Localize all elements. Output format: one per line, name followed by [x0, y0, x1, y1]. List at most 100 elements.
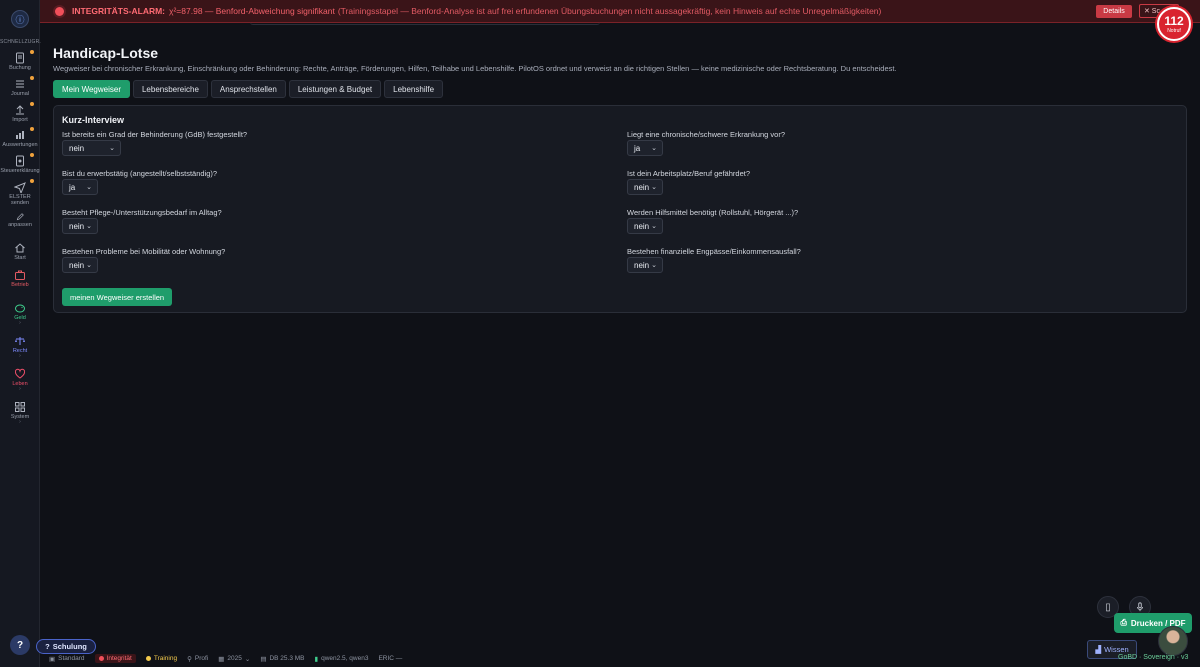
answer-select-gdb[interactable]: nein ⌄: [62, 140, 121, 156]
answer-select-erkrankung[interactable]: ja ⌄: [627, 140, 663, 156]
answer-select-pflege[interactable]: nein ⌄: [62, 218, 98, 234]
sidebar-item-label: Start: [14, 255, 26, 261]
tab-lebensbereiche[interactable]: Lebensbereiche: [132, 80, 208, 98]
sidebar-item-steuererklaerung[interactable]: Steuererklärung: [0, 153, 40, 174]
page-title: Handicap-Lotse: [53, 45, 159, 61]
alarm-indicator-icon: [55, 6, 64, 16]
tab-ansprechstellen[interactable]: Ansprechstellen: [210, 80, 286, 98]
expand-indicator: ›: [19, 386, 21, 392]
answer-select-arbeitsplatz[interactable]: nein ⌄: [627, 179, 663, 195]
question-label: Bist du erwerbstätig (angestellt/selbsts…: [62, 169, 218, 178]
assistant-avatar[interactable]: [1158, 626, 1188, 656]
document-icon: [16, 52, 24, 64]
status-models: ▮ qwen2.5, qwen3: [315, 655, 369, 663]
status-standard[interactable]: ▣ Standard: [49, 655, 85, 663]
sidebar-item-leben[interactable]: Leben ›: [0, 368, 40, 392]
notification-dot: [30, 76, 34, 80]
select-value: nein: [634, 260, 650, 270]
status-training[interactable]: Training: [145, 655, 177, 662]
status-year[interactable]: ▦ 2025 ⌄: [218, 655, 250, 663]
calendar-icon: ▦: [218, 655, 225, 663]
expand-indicator: ›: [19, 320, 21, 326]
chevron-down-icon: ⌄: [651, 223, 657, 230]
sidebar: ⓘ SCHNELLZUGR. Buchung Journal Import Au…: [0, 0, 42, 667]
alarm-title: INTEGRITÄTS-ALARM:: [72, 6, 166, 16]
chevron-down-icon: ⌄: [244, 655, 251, 663]
tab-mein-wegweiser[interactable]: Mein Wegweiser: [53, 80, 130, 98]
layout-icon: ▣: [49, 655, 56, 663]
sidebar-item-system[interactable]: System ›: [0, 401, 40, 425]
interview-title: Kurz-Interview: [62, 115, 125, 125]
notification-dot: [30, 153, 34, 157]
help-button[interactable]: ?: [10, 635, 30, 655]
question-label: Besteht Pflege-/Unterstützungsbedarf im …: [62, 208, 222, 217]
document-icon: ▯: [1105, 601, 1111, 613]
sidebar-item-label: Auswertungen: [2, 142, 38, 148]
sidebar-item-geld[interactable]: Geld ›: [0, 302, 40, 326]
question-label: Ist bereits ein Grad der Behinderung (Gd…: [62, 130, 248, 139]
cpu-icon: ▮: [314, 655, 319, 663]
answer-select-mobilitaet[interactable]: nein ⌄: [62, 257, 98, 273]
answer-select-erwerbstaetig[interactable]: ja ⌄: [62, 179, 98, 195]
create-guide-button[interactable]: meinen Wegweiser erstellen: [62, 288, 173, 306]
question-label: Liegt eine chronische/schwere Erkrankung…: [627, 130, 786, 139]
send-icon: [14, 182, 26, 193]
top-handle: [250, 22, 600, 25]
bar-chart-icon: [16, 131, 24, 139]
question-label: Werden Hilfsmittel benötigt (Rollstuhl, …: [627, 208, 799, 217]
sidebar-item-buchung[interactable]: Buchung: [0, 50, 40, 71]
status-year-label: 2025: [227, 655, 242, 662]
chevron-down-icon: ⌄: [651, 145, 657, 152]
chevron-down-icon: ⌄: [86, 223, 92, 230]
sidebar-item-recht[interactable]: Recht ›: [0, 335, 40, 359]
chevron-down-icon: ⌄: [651, 262, 657, 269]
training-dot-icon: [145, 656, 151, 661]
status-profil[interactable]: ⚲ Profi: [187, 655, 208, 663]
sidebar-item-label: Betrieb: [11, 282, 29, 288]
notification-dot: [30, 102, 34, 106]
sidebar-item-elster[interactable]: ELSTER senden: [0, 179, 40, 206]
chevron-down-icon: ⌄: [86, 184, 92, 191]
question-label: Ist dein Arbeitsplatz/Beruf gefährdet?: [627, 169, 750, 178]
page-subtitle: Wegweiser bei chronischer Erkrankung, Ei…: [53, 64, 897, 73]
select-value: ja: [634, 143, 641, 153]
alarm-details-button[interactable]: Details: [1096, 5, 1132, 18]
heart-icon: [14, 368, 26, 379]
emergency-number: 112: [1164, 14, 1184, 28]
quick-access-label: SCHNELLZUGR.: [0, 39, 42, 45]
status-models-label: qwen2.5, qwen3: [321, 655, 369, 662]
select-value: nein: [69, 143, 85, 153]
sidebar-item-label: ELSTER senden: [9, 194, 31, 206]
app-logo-icon[interactable]: ⓘ: [11, 10, 29, 28]
sidebar-item-journal[interactable]: Journal: [0, 76, 40, 97]
sidebar-item-start[interactable]: Start: [0, 242, 40, 261]
briefcase-icon: [15, 270, 25, 280]
chevron-down-icon: ⌄: [651, 184, 657, 191]
scales-icon: [15, 337, 25, 345]
piggy-bank-icon: [15, 304, 25, 313]
question-label: Bestehen finanzielle Engpässe/Einkommens…: [627, 247, 801, 256]
alert-dot-icon: [98, 656, 104, 661]
chevron-down-icon: ⌄: [109, 145, 115, 152]
sidebar-item-label: Buchung: [9, 65, 31, 71]
select-value: nein: [634, 221, 650, 231]
alarm-subtext: (Trainingsstapel — Benford-Analyse ist a…: [337, 6, 882, 16]
select-value: nein: [634, 182, 650, 192]
answer-select-hilfsmittel[interactable]: nein ⌄: [627, 218, 663, 234]
sidebar-item-import[interactable]: Import: [0, 102, 40, 123]
sidebar-item-auswertungen[interactable]: Auswertungen: [0, 127, 40, 148]
tab-lebenshilfe[interactable]: Lebenshilfe: [384, 80, 444, 98]
tab-leistungen-budget[interactable]: Leistungen & Budget: [288, 80, 382, 98]
emergency-label: Notruf: [1167, 28, 1181, 34]
status-bar: ▣ Standard Integrität Training ⚲ Profi ▦ 20…: [40, 650, 1080, 667]
answer-select-finanzen[interactable]: nein ⌄: [627, 257, 663, 273]
sidebar-item-betrieb[interactable]: Betrieb: [0, 269, 40, 288]
emergency-call-button[interactable]: 112 Notruf: [1157, 7, 1191, 41]
sidebar-item-label: Import: [12, 117, 28, 123]
sidebar-item-anpassen[interactable]: anpassen: [0, 213, 40, 228]
status-integritaet[interactable]: Integrität: [94, 654, 136, 663]
expand-indicator: ›: [19, 353, 21, 359]
select-value: nein: [69, 260, 85, 270]
expand-indicator: ›: [19, 419, 21, 425]
chart-icon: ▟: [1095, 645, 1102, 654]
